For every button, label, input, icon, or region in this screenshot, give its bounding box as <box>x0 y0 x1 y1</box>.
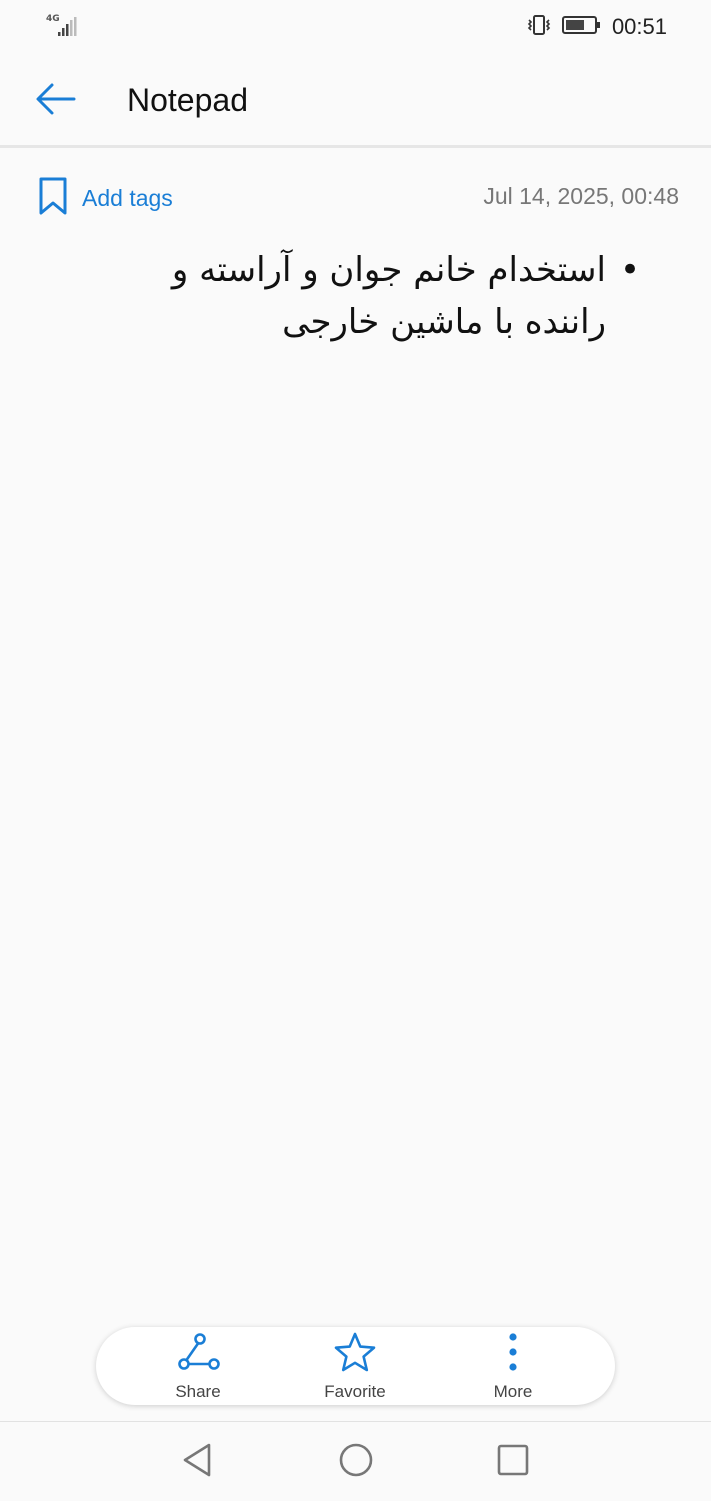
vibrate-icon <box>526 13 552 42</box>
nav-back-button[interactable] <box>177 1442 217 1482</box>
more-vertical-icon <box>491 1331 535 1378</box>
note-editor[interactable]: • استخدام خانم جوان و آراسته و راننده با… <box>86 244 640 348</box>
favorite-button[interactable]: Favorite <box>300 1331 410 1401</box>
app-header: Notepad <box>0 56 711 148</box>
battery-icon <box>561 14 602 41</box>
share-label: Share <box>175 1382 221 1401</box>
more-button[interactable]: More <box>458 1331 568 1401</box>
action-bar: Share Favorite More <box>96 1327 615 1405</box>
page-title: Notepad <box>127 82 248 118</box>
square-recents-icon <box>496 1443 530 1482</box>
favorite-label: Favorite <box>324 1382 386 1401</box>
bookmark-icon <box>36 176 70 221</box>
nav-recents-button[interactable] <box>493 1442 533 1482</box>
list-item[interactable]: • استخدام خانم جوان و آراسته و راننده با… <box>86 244 640 348</box>
share-button[interactable]: Share <box>143 1331 253 1401</box>
system-navigation-bar <box>0 1421 711 1501</box>
note-timestamp: Jul 14, 2025, 00:48 <box>483 183 679 209</box>
clock: 00:51 <box>611 14 667 39</box>
bullet-icon: • <box>619 250 640 290</box>
triangle-back-icon <box>180 1442 214 1483</box>
back-button[interactable] <box>32 78 78 124</box>
add-tags-button[interactable]: Add tags <box>36 176 173 221</box>
status-indicators: 00:51 <box>526 12 667 42</box>
note-text[interactable]: استخدام خانم جوان و آراسته و راننده با م… <box>172 250 606 342</box>
nav-home-button[interactable] <box>336 1442 376 1482</box>
circle-home-icon <box>338 1442 374 1483</box>
more-label: More <box>493 1382 533 1401</box>
star-icon <box>333 1331 377 1378</box>
arrow-left-icon <box>34 81 76 122</box>
signal-strength-icon: 4G <box>44 14 84 40</box>
bullet-list: • استخدام خانم جوان و آراسته و راننده با… <box>86 244 640 348</box>
status-bar: 4G 00:51 <box>0 0 711 56</box>
network-type-label: 4G <box>46 14 60 24</box>
add-tags-label: Add tags <box>82 185 173 211</box>
share-icon <box>176 1331 220 1378</box>
note-meta-row: Add tags Jul 14, 2025, 00:48 <box>0 172 711 220</box>
